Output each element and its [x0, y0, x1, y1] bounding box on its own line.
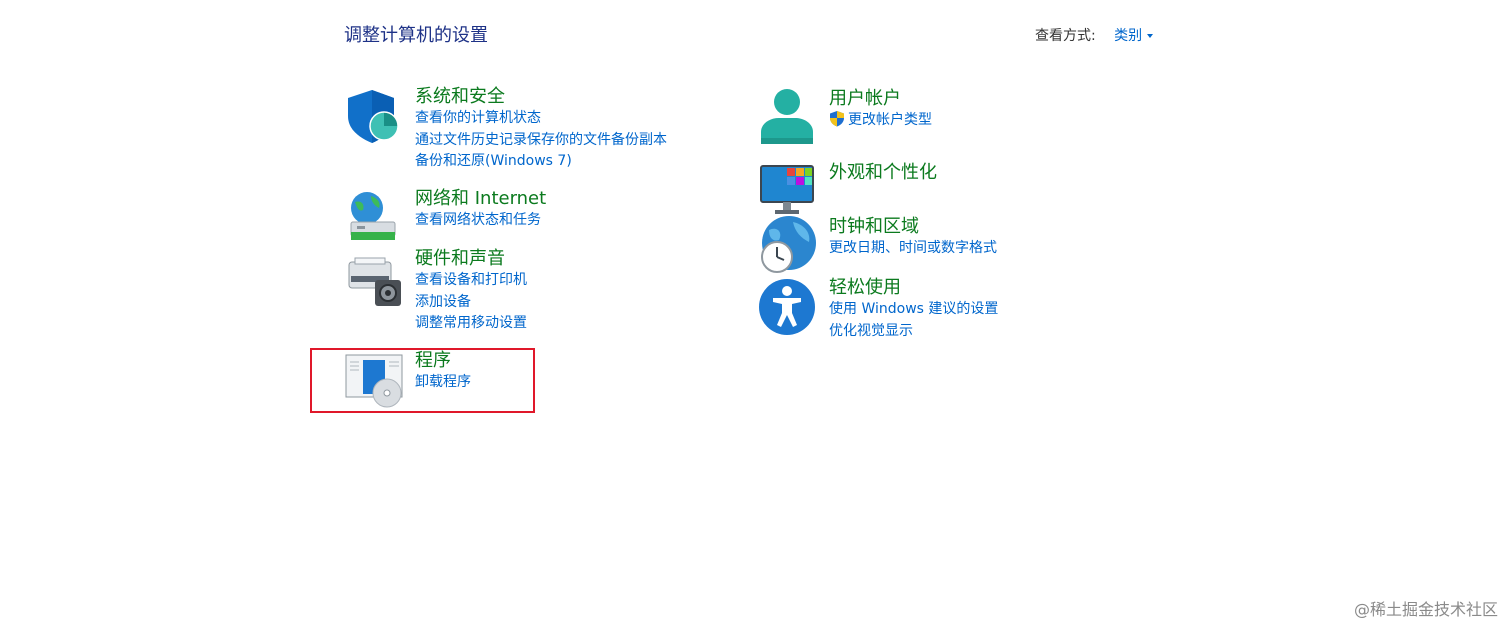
category-title-ease-of-access[interactable]: 轻松使用 [829, 277, 998, 299]
watermark: @稀土掘金技术社区 [1353, 600, 1498, 619]
clock-globe-icon[interactable] [759, 216, 819, 276]
page-title: 调整计算机的设置 [344, 25, 488, 46]
view-by-value: 类别 [1114, 28, 1143, 44]
category-title-user-accounts[interactable]: 用户帐户 [829, 88, 932, 110]
view-by-label: 查看方式: [1035, 28, 1096, 44]
user-icon[interactable] [759, 88, 819, 148]
highlight-box [310, 348, 535, 413]
link-file-history-backup[interactable]: 通过文件历史记录保存你的文件备份副本 [415, 130, 667, 152]
category-title-network-internet[interactable]: 网络和 Internet [415, 188, 546, 210]
link-optimize-visual-display[interactable]: 优化视觉显示 [829, 321, 998, 343]
link-windows-recommended-settings[interactable]: 使用 Windows 建议的设置 [829, 299, 998, 321]
link-backup-restore[interactable]: 备份和还原(Windows 7) [415, 151, 667, 173]
link-view-computer-status[interactable]: 查看你的计算机状态 [415, 108, 667, 130]
link-change-account-type[interactable]: 更改帐户类型 [829, 110, 932, 132]
link-change-date-time-format[interactable]: 更改日期、时间或数字格式 [829, 238, 997, 260]
link-add-device[interactable]: 添加设备 [415, 292, 527, 314]
network-globe-icon[interactable] [345, 188, 405, 248]
category-title-appearance[interactable]: 外观和个性化 [829, 162, 937, 184]
category-title-clock-region[interactable]: 时钟和区域 [829, 216, 997, 238]
link-mobility-settings[interactable]: 调整常用移动设置 [415, 313, 527, 335]
link-view-network-status[interactable]: 查看网络状态和任务 [415, 210, 546, 232]
category-title-hardware-sound[interactable]: 硬件和声音 [415, 248, 527, 270]
monitor-personalize-icon[interactable] [759, 162, 819, 222]
view-by: 查看方式: 类别 [1035, 26, 1154, 46]
view-by-dropdown[interactable]: 类别 [1114, 28, 1154, 44]
accessibility-icon[interactable] [759, 277, 819, 337]
printer-icon[interactable] [345, 248, 405, 308]
chevron-down-icon [1147, 34, 1154, 38]
link-change-account-type-label: 更改帐户类型 [848, 112, 932, 128]
uac-shield-icon [830, 111, 844, 127]
link-devices-printers[interactable]: 查看设备和打印机 [415, 270, 527, 292]
shield-icon[interactable] [345, 86, 405, 146]
category-title-system-security[interactable]: 系统和安全 [415, 86, 667, 108]
